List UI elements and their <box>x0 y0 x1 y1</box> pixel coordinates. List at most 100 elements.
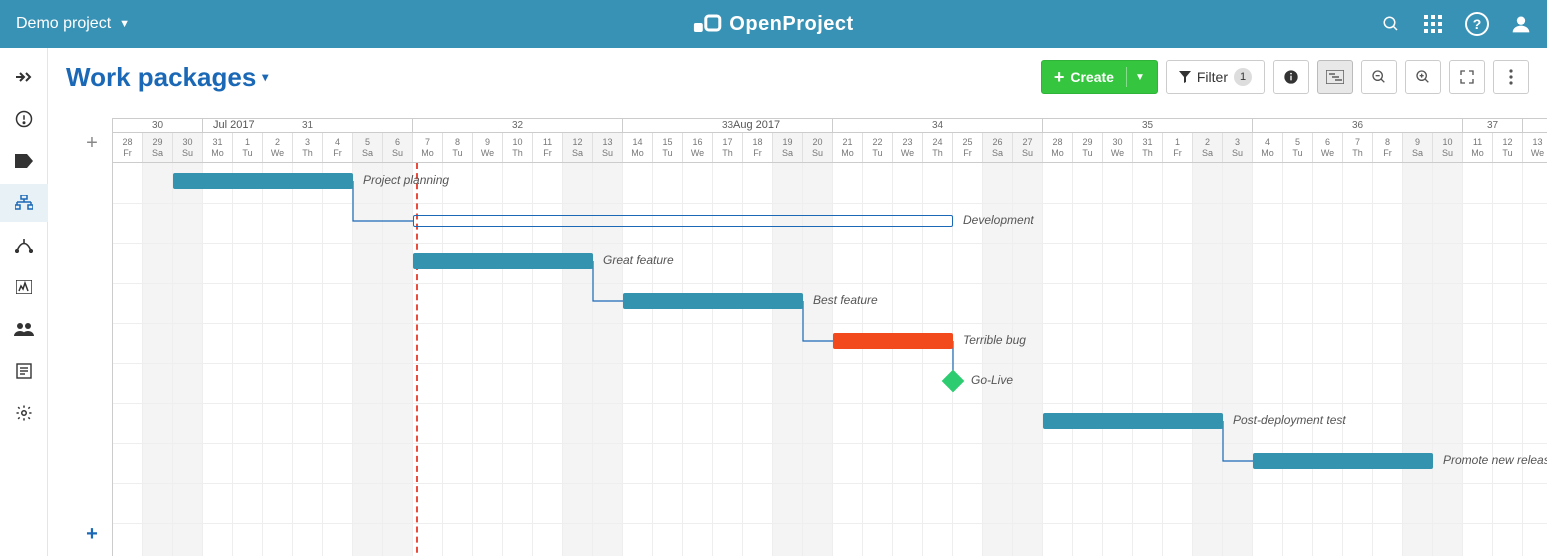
user-avatar-icon[interactable] <box>1511 14 1531 34</box>
day-cell: 13We <box>1523 133 1547 162</box>
day-cell: 14Mo <box>623 133 653 162</box>
day-cell: 8Fr <box>1373 133 1403 162</box>
gantt-bar[interactable] <box>833 333 953 349</box>
day-cell: 12Tu <box>1493 133 1523 162</box>
gantt-chart[interactable]: Jul 2017Aug 2017 3031323334353637 28Fr29… <box>112 118 1547 556</box>
day-cell: 26Sa <box>983 133 1013 162</box>
day-cell: 27Su <box>1013 133 1043 162</box>
search-icon[interactable] <box>1381 14 1401 34</box>
page-title: Work packages <box>66 62 256 93</box>
day-cell: 4Fr <box>323 133 353 162</box>
sidebar-expand[interactable] <box>0 58 48 96</box>
page-title-dropdown[interactable]: Work packages ▾ <box>66 62 268 93</box>
day-cell: 23We <box>893 133 923 162</box>
day-cell: 30We <box>1103 133 1133 162</box>
day-cell: 28Mo <box>1043 133 1073 162</box>
project-selector[interactable]: Demo project ▼ <box>16 15 130 33</box>
gantt-bar[interactable] <box>1043 413 1223 429</box>
gantt-bar[interactable] <box>623 293 803 309</box>
page-header: Work packages ▾ + Create ▼ Filter 1 <box>66 60 1529 94</box>
day-cell: 15Tu <box>653 133 683 162</box>
filter-button[interactable]: Filter 1 <box>1166 60 1265 94</box>
day-cell: 3Su <box>1223 133 1253 162</box>
day-cell: 28Fr <box>113 133 143 162</box>
fullscreen-icon <box>1459 69 1475 85</box>
create-button[interactable]: + Create ▼ <box>1041 60 1158 94</box>
sidebar-item-news[interactable] <box>0 352 48 390</box>
timeline-view-button[interactable] <box>1317 60 1353 94</box>
create-label: Create <box>1070 69 1114 85</box>
chevron-down-icon: ▼ <box>119 18 130 30</box>
openproject-icon <box>693 13 721 35</box>
modules-grid-icon[interactable] <box>1423 14 1443 34</box>
brand-text: OpenProject <box>729 13 853 36</box>
add-row-button[interactable]: + <box>86 132 98 155</box>
day-cell: 8Tu <box>443 133 473 162</box>
sidebar-item-work-packages[interactable] <box>0 184 48 222</box>
funnel-icon <box>1179 71 1191 83</box>
week-cell: 36 <box>1253 119 1463 132</box>
day-cell: 1Fr <box>1163 133 1193 162</box>
gantt-body[interactable]: Project planningDevelopmentGreat feature… <box>113 163 1547 556</box>
day-cell: 20Su <box>803 133 833 162</box>
week-cell: 30 <box>113 119 203 132</box>
gantt-bar-label: Promote new release <box>1443 453 1547 467</box>
gantt-bar-label: Best feature <box>813 293 878 307</box>
day-cell: 5Tu <box>1283 133 1313 162</box>
gantt-bar-label: Go-Live <box>971 373 1013 387</box>
toolbar: + Create ▼ Filter 1 <box>1041 60 1529 94</box>
day-cell: 19Sa <box>773 133 803 162</box>
more-menu-button[interactable] <box>1493 60 1529 94</box>
sidebar-item-members[interactable] <box>0 310 48 348</box>
zoom-out-button[interactable] <box>1361 60 1397 94</box>
day-cell: 9Sa <box>1403 133 1433 162</box>
day-cell: 12Sa <box>563 133 593 162</box>
brand-logo: OpenProject <box>693 13 853 36</box>
gantt-bar[interactable] <box>413 215 953 227</box>
day-cell: 6Su <box>383 133 413 162</box>
divider <box>1126 67 1127 87</box>
day-cell: 1Tu <box>233 133 263 162</box>
gantt-icon <box>1326 70 1344 84</box>
day-cell: 10Su <box>1433 133 1463 162</box>
info-icon <box>1283 69 1299 85</box>
sidebar-item-tag[interactable] <box>0 142 48 180</box>
day-cell: 24Th <box>923 133 953 162</box>
day-cell: 10Th <box>503 133 533 162</box>
chevron-down-icon: ▾ <box>262 70 268 84</box>
day-cell: 3Th <box>293 133 323 162</box>
filter-count-badge: 1 <box>1234 68 1252 86</box>
topbar: Demo project ▼ OpenProject ? <box>0 0 1547 48</box>
plus-icon: + <box>1054 67 1065 88</box>
zoom-in-button[interactable] <box>1405 60 1441 94</box>
timeline-header: Jul 2017Aug 2017 3031323334353637 28Fr29… <box>113 118 1547 163</box>
zoom-out-icon <box>1371 69 1387 85</box>
sidebar-item-overview[interactable] <box>0 100 48 138</box>
info-button[interactable] <box>1273 60 1309 94</box>
day-cell: 25Fr <box>953 133 983 162</box>
day-cell: 6We <box>1313 133 1343 162</box>
day-cell: 22Tu <box>863 133 893 162</box>
help-icon[interactable]: ? <box>1465 12 1489 36</box>
filter-label: Filter <box>1197 69 1228 85</box>
gantt-bar-label: Development <box>963 213 1034 227</box>
fullscreen-button[interactable] <box>1449 60 1485 94</box>
sidebar-item-calendar[interactable] <box>0 268 48 306</box>
day-cell: 7Mo <box>413 133 443 162</box>
gantt-bar-label: Project planning <box>363 173 449 187</box>
add-row-bottom-button[interactable]: + <box>86 523 98 546</box>
day-cell: 31Th <box>1133 133 1163 162</box>
sidebar-item-roadmap[interactable] <box>0 226 48 264</box>
day-cell: 11Mo <box>1463 133 1493 162</box>
gantt-bar[interactable] <box>413 253 593 269</box>
day-cell: 29Sa <box>143 133 173 162</box>
gantt-bar[interactable] <box>173 173 353 189</box>
day-cell: 11Fr <box>533 133 563 162</box>
day-cell: 13Su <box>593 133 623 162</box>
zoom-in-icon <box>1415 69 1431 85</box>
sidebar-item-settings[interactable] <box>0 394 48 432</box>
day-cell: 30Su <box>173 133 203 162</box>
week-cell: 33 <box>623 119 833 132</box>
main: Work packages ▾ + Create ▼ Filter 1 <box>48 48 1547 556</box>
gantt-bar[interactable] <box>1253 453 1433 469</box>
